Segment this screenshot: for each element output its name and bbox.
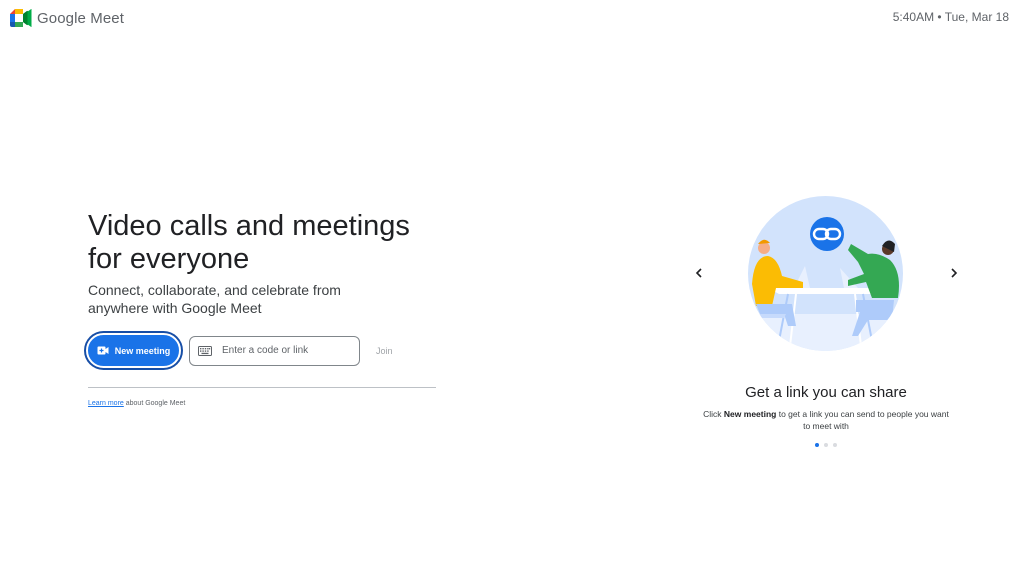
carousel-slide-title: Get a link you can share xyxy=(745,384,907,401)
carousel-dot[interactable] xyxy=(815,443,819,447)
app-name: Google Meet xyxy=(37,9,124,27)
top-bar: Google Meet 5:40AM • Tue, Mar 18 xyxy=(0,0,1024,36)
carousel-dot[interactable] xyxy=(833,443,837,447)
google-meet-logo xyxy=(10,9,32,27)
learn-more-line: Learn more about Google Meet xyxy=(88,400,185,407)
page-title: Video calls and meetings for everyone xyxy=(88,210,410,275)
learn-more-suffix: about Google Meet xyxy=(123,400,186,407)
learn-more-link[interactable]: Learn more xyxy=(88,400,124,407)
chevron-right-icon[interactable] xyxy=(947,266,961,280)
meeting-code-input[interactable] xyxy=(222,345,352,356)
join-button[interactable]: Join xyxy=(376,346,393,356)
carousel-dots xyxy=(815,443,842,447)
meeting-actions: New meeting Join xyxy=(86,333,393,368)
chevron-left-icon[interactable] xyxy=(692,266,706,280)
divider xyxy=(88,387,436,388)
hero: Video calls and meetings for everyone Co… xyxy=(88,210,448,317)
brand[interactable]: Google Meet xyxy=(10,7,124,29)
video-plus-icon xyxy=(97,346,109,355)
new-meeting-label: New meeting xyxy=(114,345,171,356)
desc-prefix: Click xyxy=(703,409,724,419)
meeting-code-field[interactable] xyxy=(189,335,360,366)
carousel-slide-description: Click New meeting to get a link you can … xyxy=(700,408,952,432)
new-meeting-button[interactable]: New meeting xyxy=(86,333,181,368)
keyboard-icon xyxy=(198,345,212,356)
carousel-dot[interactable] xyxy=(824,443,828,447)
date-time: 5:40AM • Tue, Mar 18 xyxy=(892,10,1009,24)
page-subtitle: Connect, collaborate, and celebrate from… xyxy=(88,282,341,316)
share-link-illustration xyxy=(748,196,903,351)
desc-bold: New meeting xyxy=(723,409,777,419)
desc-suffix: to get a link you can send to people you… xyxy=(776,409,949,431)
